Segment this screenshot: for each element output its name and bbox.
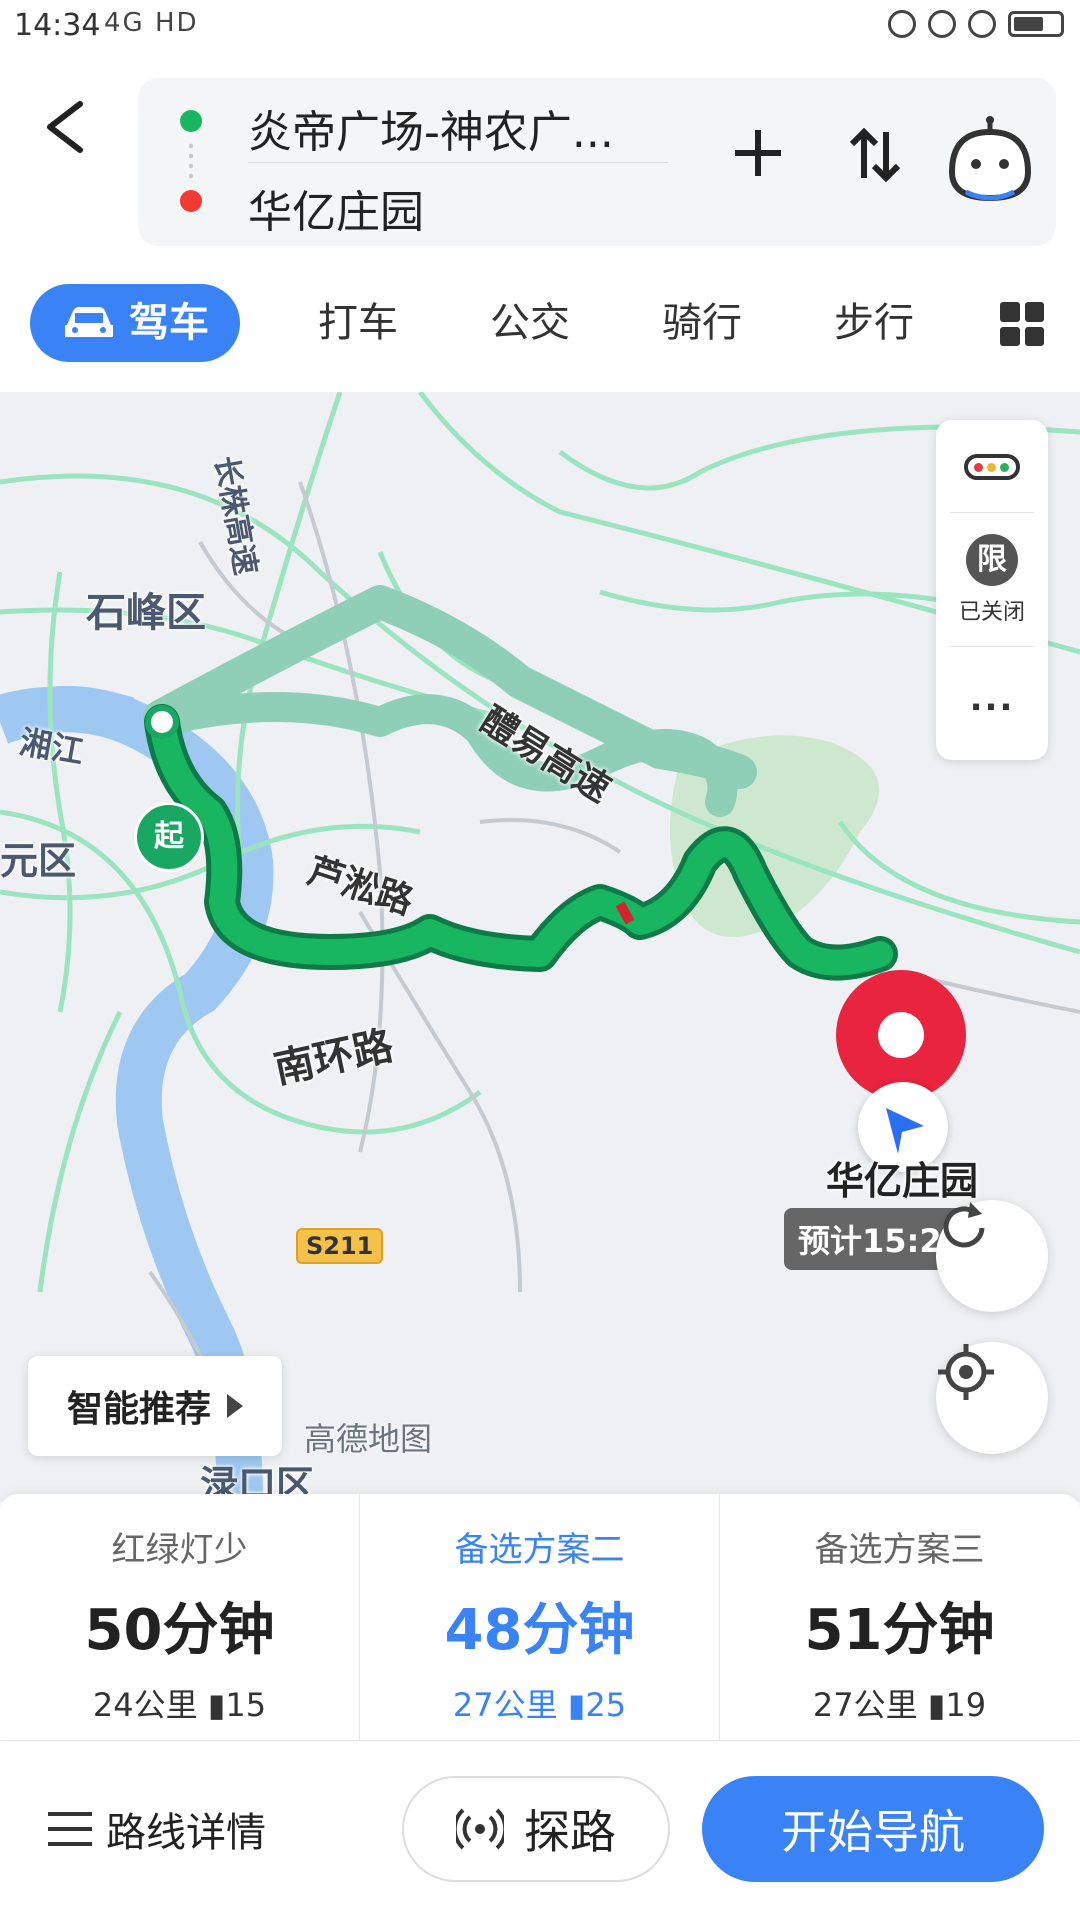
- route-time: 48分钟: [444, 1598, 635, 1663]
- start-marker: 起: [134, 802, 204, 872]
- smart-recommend-label: 智能推荐: [66, 1389, 211, 1430]
- route-distance: 24公里: [92, 1686, 198, 1724]
- map-view[interactable]: 石峰区 湘江 元区 渌口区 长株高速 醴易高速 芦淞路 南环路 S211 高德地…: [0, 392, 1080, 1502]
- route-lights: 25: [585, 1686, 627, 1724]
- traffic-light-icon[interactable]: [964, 454, 1020, 480]
- route-lights: 15: [225, 1686, 267, 1724]
- origin-field[interactable]: 炎帝广场-神农广...: [248, 96, 668, 160]
- destination-marker: [836, 970, 966, 1100]
- alarm-icon: [968, 10, 996, 38]
- status-icons: [888, 10, 1064, 38]
- plus-icon: [735, 130, 781, 176]
- tab-bus[interactable]: 公交: [490, 284, 570, 362]
- tab-drive[interactable]: 驾车: [30, 284, 240, 362]
- destination-dot-icon: [180, 190, 202, 212]
- tab-taxi[interactable]: 打车: [318, 284, 398, 362]
- route-option-1[interactable]: 红绿灯少 50分钟 24公里 ▮15: [0, 1494, 359, 1740]
- lock-rotation-icon: [888, 10, 916, 38]
- route-title: 备选方案二: [454, 1530, 625, 1570]
- route-lights: 19: [945, 1686, 987, 1724]
- route-title: 红绿灯少: [111, 1530, 248, 1570]
- back-button[interactable]: [36, 92, 96, 162]
- route-meta: 27公里 ▮25: [360, 1680, 719, 1726]
- tab-drive-label: 驾车: [129, 300, 209, 346]
- destination-field[interactable]: 华亿庄园: [248, 176, 424, 240]
- location-icon: [928, 10, 956, 38]
- more-modes-grid-icon[interactable]: [1000, 302, 1044, 346]
- tab-cycling[interactable]: 骑行: [662, 284, 742, 362]
- tab-walking[interactable]: 步行: [834, 284, 914, 362]
- locate-button[interactable]: [936, 1342, 1048, 1454]
- route-option-3[interactable]: 备选方案三 51分钟 27公里 ▮19: [720, 1494, 1079, 1740]
- refresh-icon: [943, 1202, 985, 1248]
- voice-assistant-button[interactable]: [942, 116, 1038, 202]
- origin-dot-icon: [180, 110, 202, 132]
- destination-label: 华亿庄园: [826, 1159, 979, 1203]
- swap-button[interactable]: [846, 120, 902, 205]
- traffic-light-icon: ▮: [207, 1686, 226, 1724]
- district-label: 元区: [0, 839, 77, 883]
- broadcast-icon: [456, 1808, 504, 1850]
- route-input-box: 炎帝广场-神农广... 华亿庄园: [138, 78, 1056, 246]
- explore-label: 探路: [524, 1805, 616, 1859]
- district-label: 石峰区: [86, 590, 206, 636]
- traffic-limit-status: 已关闭: [958, 600, 1025, 625]
- crosshair-icon: [938, 1344, 994, 1400]
- play-triangle-icon: [227, 1394, 243, 1418]
- traffic-light-icon: ▮: [927, 1686, 946, 1724]
- explore-route-button[interactable]: 探路: [402, 1776, 670, 1882]
- add-stop-button[interactable]: [728, 118, 788, 199]
- car-icon: [65, 307, 113, 337]
- route-title: 备选方案三: [814, 1530, 985, 1570]
- more-options-button[interactable]: ...: [936, 682, 1048, 716]
- network-indicator: 4G HD: [104, 8, 199, 38]
- smart-recommend-button[interactable]: 智能推荐: [28, 1356, 282, 1456]
- map-canvas: [0, 392, 1080, 1502]
- refresh-button[interactable]: [936, 1200, 1048, 1312]
- route-meta: 24公里 ▮15: [0, 1680, 359, 1726]
- status-time: 14:34: [14, 8, 101, 43]
- status-bar: 14:34 4G HD: [0, 0, 1080, 56]
- divider: [0, 1740, 1080, 1741]
- swap-icon: [849, 127, 901, 183]
- start-navigation-button[interactable]: 开始导航: [702, 1776, 1044, 1882]
- route-connector: [189, 141, 193, 181]
- route-options: 红绿灯少 50分钟 24公里 ▮15 备选方案二 48分钟 27公里 ▮25 备…: [0, 1494, 1080, 1740]
- route-detail-label: 路线详情: [106, 1810, 266, 1856]
- map-watermark: 高德地图: [304, 1420, 433, 1458]
- route-meta: 27公里 ▮19: [720, 1680, 1079, 1726]
- list-icon: [48, 1812, 92, 1846]
- route-distance: 27公里: [812, 1686, 918, 1724]
- route-time: 50分钟: [84, 1598, 275, 1663]
- chevron-left-icon: [47, 101, 83, 153]
- route-distance: 27公里: [452, 1686, 558, 1724]
- route-option-2[interactable]: 备选方案二 48分钟 27公里 ▮25: [360, 1494, 719, 1740]
- route-time: 51分钟: [804, 1598, 995, 1663]
- divider: [248, 162, 668, 163]
- traffic-light-icon: ▮: [567, 1686, 586, 1724]
- start-point: [145, 705, 179, 739]
- route-detail-button[interactable]: 路线详情: [48, 1800, 266, 1858]
- battery-icon: [1008, 11, 1064, 37]
- traffic-limit-icon[interactable]: 限: [966, 534, 1018, 586]
- map-tools-panel: 限 已关闭 ...: [936, 420, 1048, 760]
- assistant-avatar-icon: [948, 116, 1032, 202]
- transport-mode-tabs: 驾车 打车 公交 骑行 步行: [0, 268, 1080, 378]
- highway-badge: S211: [296, 1228, 384, 1264]
